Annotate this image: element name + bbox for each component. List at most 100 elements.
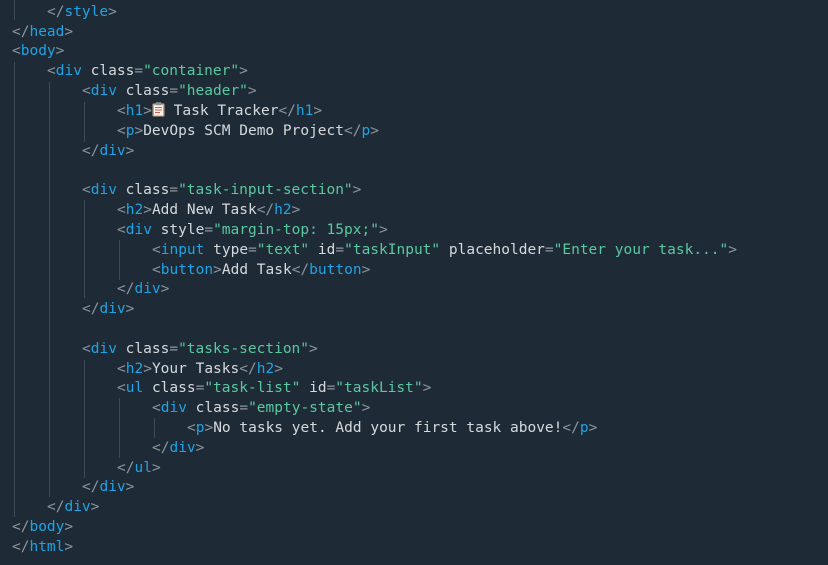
code-line[interactable]: <ul class="task-list" id="taskList"> [117, 378, 431, 398]
indent-guide [84, 360, 85, 478]
bracket: > [55, 43, 65, 59]
equals: = [169, 341, 179, 357]
tag-name: ul [134, 460, 152, 476]
tag-name: h2 [274, 202, 292, 218]
code-line[interactable]: </div> [82, 477, 134, 497]
indent-guide [49, 82, 50, 497]
bracket: > [422, 380, 432, 396]
equals: = [204, 222, 214, 238]
bracket: < [82, 341, 91, 357]
bracket: > [239, 63, 248, 79]
indent-guide [84, 200, 85, 298]
code-line[interactable]: <div class="container"> [47, 61, 248, 81]
bracket: </ [82, 301, 100, 317]
code-line[interactable]: </div> [117, 279, 169, 299]
tag-name: div [99, 143, 126, 159]
tag-name: p [579, 420, 589, 436]
tag-name: h1 [125, 103, 144, 119]
code-line[interactable]: <div class="empty-state"> [152, 398, 370, 418]
code-line[interactable]: <div class="header"> [82, 81, 257, 101]
bracket: </ [82, 479, 100, 495]
equals: = [169, 83, 179, 99]
bracket: > [143, 103, 152, 119]
equals: = [544, 242, 554, 258]
indent-guide [84, 102, 85, 142]
tag-name: ul [125, 380, 144, 396]
attribute-value: "container" [143, 63, 240, 79]
code-editor[interactable]: </style> </head> <body> <div class="cont… [0, 0, 828, 565]
code-line[interactable]: <div class="task-input-section"> [82, 180, 361, 200]
bracket: </ [562, 420, 580, 436]
bracket: > [309, 341, 318, 357]
bracket: </ [117, 460, 135, 476]
code-line[interactable]: </head> [12, 22, 73, 42]
code-line[interactable]: </body> [12, 517, 73, 537]
code-line[interactable]: < p> No tasks yet. Add your first task abo… [187, 418, 597, 438]
bracket: </ [82, 143, 100, 159]
code-line[interactable]: </ul> [117, 458, 161, 478]
code-line[interactable]: </style> [47, 2, 117, 22]
bracket: > [291, 202, 301, 218]
bracket: > [125, 479, 135, 495]
bracket: > [378, 222, 388, 238]
code-line[interactable]: <body> [12, 41, 64, 61]
attribute-name: type [213, 242, 249, 258]
bracket: </ [256, 202, 275, 218]
indent-guide [14, 62, 15, 517]
bracket: > [134, 123, 144, 139]
tag-name: div [90, 182, 117, 198]
attribute-name: class [125, 83, 170, 99]
element-text: Task Tracker [164, 103, 279, 119]
tag-name: h1 [295, 103, 314, 119]
code-line[interactable]: <h2>Your Tasks</h2> [117, 359, 283, 379]
code-line[interactable]: </div> [47, 497, 99, 517]
bracket: > [274, 361, 283, 377]
attribute-name: class [151, 380, 196, 396]
bracket: < [82, 83, 91, 99]
bracket: < [117, 361, 126, 377]
bracket: > [247, 83, 257, 99]
bracket: </ [12, 24, 30, 40]
bracket: < [117, 202, 126, 218]
equals: = [326, 380, 336, 396]
tag-name: div [64, 499, 91, 515]
bracket: > [588, 420, 598, 436]
bracket: </ [278, 103, 296, 119]
code-line[interactable]: </html> [12, 537, 73, 557]
tag-name: div [160, 400, 187, 416]
code-line[interactable]: <h2>Add New Task</h2> [117, 200, 300, 220]
bracket: </ [47, 499, 65, 515]
code-line[interactable]: <div class="tasks-section"> [82, 339, 318, 359]
attribute-value: "taskList" [335, 380, 423, 396]
bracket: > [213, 262, 222, 278]
tag-name: p [361, 123, 371, 139]
code-line[interactable]: </div> [152, 438, 204, 458]
attribute-value: "margin-top: 15px;" [213, 222, 379, 238]
code-line[interactable]: </div> [82, 141, 134, 161]
code-line[interactable]: <h1> Task Tracker</h1> [117, 101, 322, 121]
code-line[interactable]: </div> [82, 299, 134, 319]
equals: = [169, 182, 179, 198]
code-line[interactable]: <div style="margin-top: 15px;"> [117, 220, 388, 240]
bracket: < [117, 222, 126, 238]
equals: = [239, 400, 249, 416]
attribute-value: "tasks-section" [178, 341, 310, 357]
element-text: DevOps SCM Demo Project [143, 123, 344, 139]
element-text: No tasks yet. Add your first task above! [213, 420, 563, 436]
bracket: > [728, 242, 737, 258]
tag-name: div [99, 479, 126, 495]
bracket: < [187, 420, 196, 436]
bracket: </ [12, 539, 30, 555]
code-line[interactable]: <p>DevOps SCM Demo Project</p> [117, 121, 379, 141]
attribute-value: "header" [178, 83, 248, 99]
tag-name: input [160, 242, 205, 258]
bracket: > [313, 103, 323, 119]
code-line[interactable]: <button>Add Task</button> [152, 260, 370, 280]
tag-name: html [29, 539, 65, 555]
attribute-name: class [195, 400, 240, 416]
attribute-name: class [125, 341, 170, 357]
code-line[interactable]: <input type="text" id="taskInput" placeh… [152, 240, 737, 260]
indent-guide [154, 418, 155, 438]
bracket: > [90, 499, 100, 515]
tag-name: style [64, 4, 109, 20]
